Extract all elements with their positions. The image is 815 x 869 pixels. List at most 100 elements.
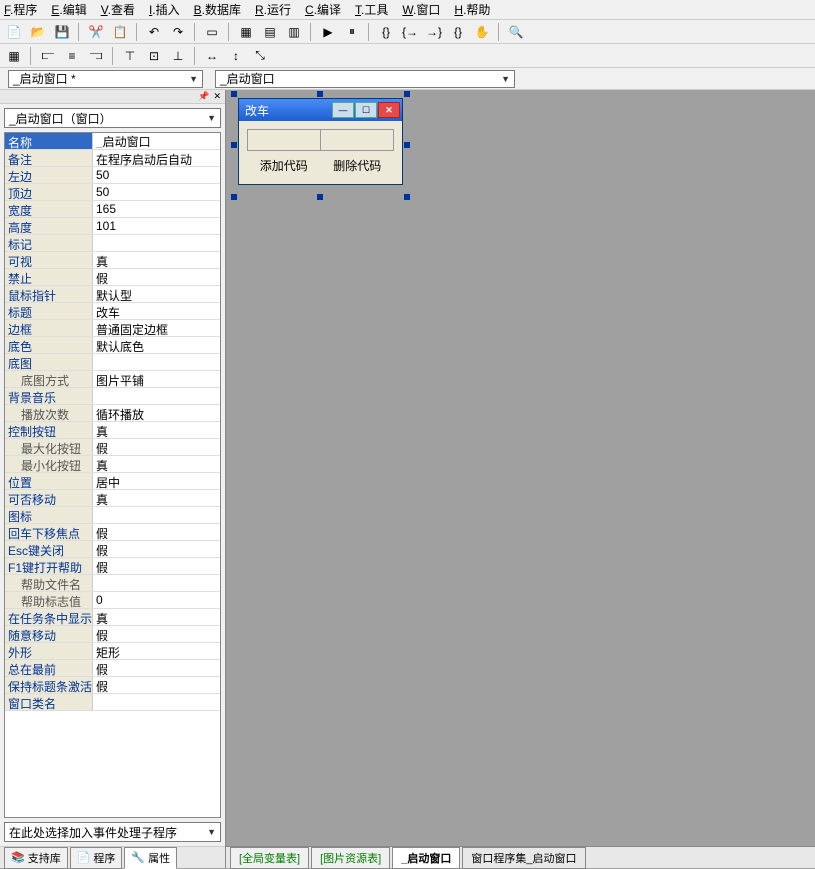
property-value[interactable]: 假 xyxy=(93,439,220,455)
property-row[interactable]: 标题改车 xyxy=(5,303,220,320)
property-value[interactable]: 真 xyxy=(93,609,220,625)
property-value[interactable]: 101 xyxy=(93,218,220,234)
size-w-icon[interactable]: ↔ xyxy=(202,46,222,66)
new-icon[interactable]: 📄 xyxy=(4,22,24,42)
minimize-button[interactable]: — xyxy=(332,102,354,118)
save-icon[interactable]: 💾 xyxy=(52,22,72,42)
property-value[interactable]: 图片平铺 xyxy=(93,371,220,387)
menu-item[interactable]: B.数据库 xyxy=(194,1,241,18)
align-left-icon[interactable]: ⫍ xyxy=(38,46,58,66)
property-row[interactable]: 宽度165 xyxy=(5,201,220,218)
grid-icon[interactable]: ▦ xyxy=(4,46,24,66)
align-center-icon[interactable]: ≡ xyxy=(62,46,82,66)
property-row[interactable]: 可视真 xyxy=(5,252,220,269)
property-row[interactable]: 保持标题条激活假 xyxy=(5,677,220,694)
form-designer[interactable]: 改车 — ☐ ✕ 添加代码 删除代码 [全局变量表][图片资源表]_启动窗口窗口… xyxy=(226,90,815,868)
undo-icon[interactable]: ↶ xyxy=(144,22,164,42)
property-row[interactable]: 最大化按钮假 xyxy=(5,439,220,456)
align-right-icon[interactable]: ⫎ xyxy=(86,46,106,66)
copy-icon[interactable]: 📋 xyxy=(110,22,130,42)
property-row[interactable]: 帮助标志值0 xyxy=(5,592,220,609)
property-row[interactable]: 顶边50 xyxy=(5,184,220,201)
property-row[interactable]: 可否移动真 xyxy=(5,490,220,507)
property-row[interactable]: 随意移动假 xyxy=(5,626,220,643)
property-value[interactable] xyxy=(93,354,220,370)
step3-icon[interactable]: →} xyxy=(424,22,444,42)
property-value[interactable] xyxy=(93,575,220,591)
property-row[interactable]: 高度101 xyxy=(5,218,220,235)
property-value[interactable]: 在程序启动后自动 xyxy=(93,150,220,166)
form-button-2[interactable] xyxy=(321,130,393,150)
property-value[interactable]: 50 xyxy=(93,167,220,183)
property-row[interactable]: 图标 xyxy=(5,507,220,524)
property-row[interactable]: 外形矩形 xyxy=(5,643,220,660)
property-row[interactable]: 回车下移焦点假 xyxy=(5,524,220,541)
property-value[interactable]: 普通固定边框 xyxy=(93,320,220,336)
layout-icon[interactable]: ▦ xyxy=(236,22,256,42)
maximize-button[interactable]: ☐ xyxy=(355,102,377,118)
step-icon[interactable]: {} xyxy=(376,22,396,42)
step2-icon[interactable]: {→ xyxy=(400,22,420,42)
property-value[interactable] xyxy=(93,388,220,404)
property-value[interactable]: 假 xyxy=(93,524,220,540)
property-grid[interactable]: 名称…▾备注在程序启动后自动左边50顶边50宽度165高度101标记可视真禁止假… xyxy=(4,132,221,818)
object-combo-1[interactable]: _启动窗口 * ▼ xyxy=(8,70,203,88)
property-row[interactable]: 位置居中 xyxy=(5,473,220,490)
property-row[interactable]: 最小化按钮真 xyxy=(5,456,220,473)
redo-icon[interactable]: ↷ xyxy=(168,22,188,42)
property-row[interactable]: 边框普通固定边框 xyxy=(5,320,220,337)
property-value[interactable]: 真 xyxy=(93,422,220,438)
property-value[interactable]: 改车 xyxy=(93,303,220,319)
align-bot-icon[interactable]: ⊥ xyxy=(168,46,188,66)
property-value[interactable]: 真 xyxy=(93,456,220,472)
property-value[interactable]: 真 xyxy=(93,252,220,268)
pause-icon[interactable]: ⏸ xyxy=(342,22,362,42)
property-value[interactable]: …▾ xyxy=(93,133,220,149)
property-value[interactable]: 默认型 xyxy=(93,286,220,302)
property-row[interactable]: 底色默认底色 xyxy=(5,337,220,354)
layout3-icon[interactable]: ▥ xyxy=(284,22,304,42)
panel-tab[interactable]: 📄程序 xyxy=(70,847,123,869)
property-value[interactable]: 假 xyxy=(93,558,220,574)
property-value[interactable]: 默认底色 xyxy=(93,337,220,353)
property-value[interactable]: 循环播放 xyxy=(93,405,220,421)
menu-item[interactable]: W.窗口 xyxy=(402,1,440,18)
menu-item[interactable]: C.编译 xyxy=(305,1,341,18)
property-value[interactable]: 居中 xyxy=(93,473,220,489)
property-input[interactable] xyxy=(96,134,220,148)
property-value[interactable]: 矩形 xyxy=(93,643,220,659)
panel-tab[interactable]: 🔧属性 xyxy=(124,847,177,869)
property-row[interactable]: 在任务条中显示真 xyxy=(5,609,220,626)
find-icon[interactable]: 🔍 xyxy=(506,22,526,42)
property-row[interactable]: 底图 xyxy=(5,354,220,371)
menu-item[interactable]: I.插入 xyxy=(149,1,180,18)
form-titlebar[interactable]: 改车 — ☐ ✕ xyxy=(239,99,402,121)
designer-tab[interactable]: [全局变量表] xyxy=(230,847,309,869)
property-value[interactable] xyxy=(93,507,220,523)
menu-item[interactable]: V.查看 xyxy=(101,1,135,18)
size-h-icon[interactable]: ↕ xyxy=(226,46,246,66)
property-value[interactable]: 165 xyxy=(93,201,220,217)
close-icon[interactable]: ✕ xyxy=(213,91,221,102)
designer-tab[interactable]: [图片资源表] xyxy=(311,847,390,869)
panel-tab[interactable]: 📚支持库 xyxy=(4,847,68,869)
property-value[interactable]: 假 xyxy=(93,660,220,676)
property-row[interactable]: 帮助文件名 xyxy=(5,575,220,592)
cut-icon[interactable]: ✂️ xyxy=(86,22,106,42)
run-icon[interactable]: ▶ xyxy=(318,22,338,42)
property-row[interactable]: 总在最前假 xyxy=(5,660,220,677)
property-row[interactable]: 备注在程序启动后自动 xyxy=(5,150,220,167)
menu-item[interactable]: F.程序 xyxy=(4,1,37,18)
property-row[interactable]: 左边50 xyxy=(5,167,220,184)
pin-icon[interactable]: 📌 xyxy=(198,91,209,102)
property-value[interactable]: 假 xyxy=(93,677,220,693)
align-mid-icon[interactable]: ⊡ xyxy=(144,46,164,66)
menu-item[interactable]: H.帮助 xyxy=(454,1,490,18)
designer-tab[interactable]: 窗口程序集_启动窗口 xyxy=(462,847,585,869)
property-row[interactable]: 标记 xyxy=(5,235,220,252)
property-value[interactable] xyxy=(93,235,220,251)
property-row[interactable]: F1键打开帮助假 xyxy=(5,558,220,575)
size-wh-icon[interactable]: ⤡ xyxy=(250,46,270,66)
menu-item[interactable]: T.工具 xyxy=(355,1,388,18)
designer-tab[interactable]: _启动窗口 xyxy=(392,847,460,869)
